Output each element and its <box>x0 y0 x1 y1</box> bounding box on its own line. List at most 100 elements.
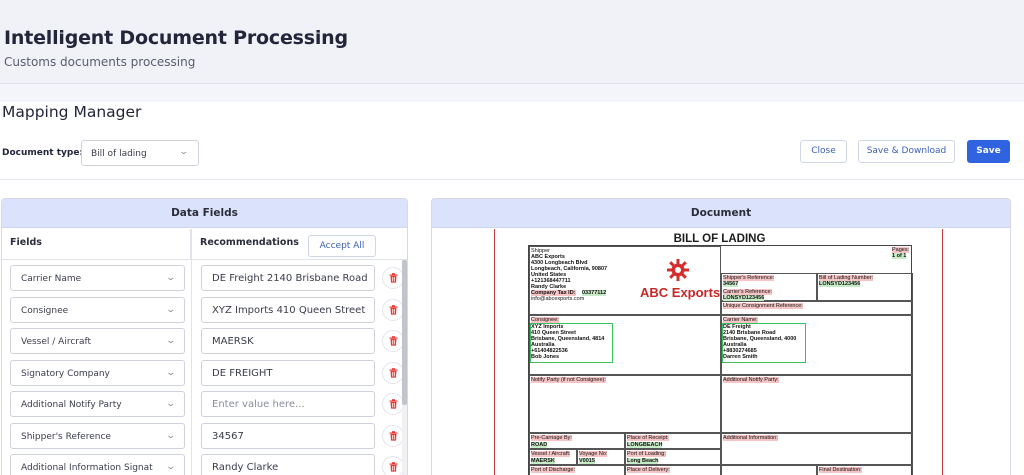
field-select[interactable]: Shipper's Reference ⌄ <box>10 422 185 449</box>
place-receipt-label: Place of Receipt: <box>627 435 669 441</box>
place-receipt-value: LONGBEACH <box>627 442 663 448</box>
pre-carriage-label: Pre-Carriage By: <box>531 435 572 441</box>
field-select-label: Additional Information Signatory <box>21 463 153 473</box>
document-title: Document <box>432 199 1010 228</box>
header-divider <box>2 259 407 260</box>
field-select-label: Vessel / Aircraft <box>21 337 92 347</box>
document-type-value: Bill of lading <box>91 149 147 159</box>
field-select[interactable]: Vessel / Aircraft ⌄ <box>10 328 185 354</box>
field-select[interactable]: Additional Information Signatory ⌄ <box>10 454 185 475</box>
chevron-down-icon: ⌄ <box>165 336 177 346</box>
pre-carriage-value: ROAD <box>531 442 548 448</box>
carrier-cell: Carrier Name: DE Freight 2140 Brisbane Ro… <box>721 315 913 375</box>
consignee-line: Bob Jones <box>531 354 560 360</box>
data-fields-title: Data Fields <box>2 199 407 228</box>
voyage-label: Voyage No: <box>579 451 608 457</box>
recommendation-input[interactable]: Randy Clarke <box>201 454 375 475</box>
accept-all-button[interactable]: Accept All <box>308 235 376 257</box>
trash-icon <box>389 430 398 441</box>
voyage-cell: Voyage No: V0015 <box>577 449 625 465</box>
field-select-label: Additional Notify Party <box>21 400 122 410</box>
pages-value: 1 of 1 <box>892 253 907 259</box>
bol-title: BILL OF LADING <box>673 233 766 245</box>
place-delivery-cell: Place of Delivery: <box>625 465 721 475</box>
delete-button[interactable] <box>382 456 404 475</box>
field-row: Carrier Name ⌄ DE Freight 2140 Brisbane Ro… <box>2 265 407 291</box>
document-type-select[interactable]: Bill of lading ⌄ <box>81 140 199 166</box>
recommendation-value: Randy Clarke <box>212 462 279 473</box>
field-row: Signatory Company ⌄ DE FREIGHT <box>2 359 407 386</box>
field-select-label: Signatory Company <box>21 368 110 379</box>
shippers-reference-value: 34567 <box>723 281 739 287</box>
chevron-down-icon: ⌄ <box>165 304 177 315</box>
divider <box>0 179 1024 180</box>
additional-info-cell: Additional Information: <box>721 433 913 465</box>
trash-icon <box>389 336 398 346</box>
additional-notify-label: Additional Notify Party: <box>723 377 779 383</box>
port-discharge-label: Port of Discharge: <box>531 467 576 473</box>
place-receipt-cell: Place of Receipt: LONGBEACH <box>625 433 721 449</box>
field-row: Additional Notify Party ⌄ Enter value here… <box>2 391 407 417</box>
scrollbar-thumb[interactable] <box>402 260 407 405</box>
additional-notify-cell: Additional Notify Party: <box>721 375 913 433</box>
document-panel: Document BILL OF LADING Shipper ABC Expo… <box>431 198 1011 475</box>
voyage-value: V0015 <box>579 458 595 464</box>
save-button[interactable]: Save <box>967 140 1010 163</box>
chevron-down-icon: ⌄ <box>165 399 177 409</box>
recommendation-input[interactable]: Enter value here... <box>201 391 375 417</box>
recommendation-input[interactable]: MAERSK <box>201 328 375 354</box>
recommendation-value: DE Freight 2140 Brisbane Road Bris <box>212 273 368 284</box>
trash-icon <box>389 367 398 378</box>
field-row: Additional Information Signatory ⌄ Randy C… <box>2 454 407 475</box>
document-type-label: Document type: <box>2 148 84 158</box>
port-loading-value: Long Beach <box>627 458 659 464</box>
vessel-label: Vessel / Aircraft: <box>531 451 571 457</box>
field-select[interactable]: Carrier Name ⌄ <box>10 265 185 291</box>
save-download-button[interactable]: Save & Download <box>858 140 955 163</box>
field-row: Consignee ⌄ XYZ Imports 410 Queen Street B… <box>2 296 407 323</box>
shipper-email: info@abcexports.com <box>531 296 585 302</box>
field-select-label: Consignee <box>21 305 69 316</box>
final-destination-label: Final Destination: <box>819 467 862 473</box>
bol-number-cell: Bill of Lading Number: LONSYD123456 <box>817 273 913 301</box>
app-header: Intelligent Document Processing Customs … <box>0 0 1024 84</box>
chevron-down-icon: ⌄ <box>178 147 190 157</box>
field-select[interactable]: Additional Notify Party ⌄ <box>10 391 185 417</box>
final-destination-cell: Final Destination: <box>817 465 913 475</box>
recommendation-placeholder: Enter value here... <box>212 399 305 410</box>
document-viewer[interactable]: BILL OF LADING Shipper ABC Exports 4300 L… <box>432 229 1010 475</box>
unique-reference-cell: Unique Consignment Reference: <box>721 301 913 315</box>
close-button[interactable]: Close <box>800 140 847 163</box>
app-title: Intelligent Document Processing <box>4 27 348 49</box>
field-row: Vessel / Aircraft ⌄ MAERSK <box>2 328 407 354</box>
consignee-cell: Consignee: XYZ Imports 410 Queen Street Br… <box>529 315 721 375</box>
chevron-down-icon: ⌄ <box>165 430 177 441</box>
pre-carriage-cell: Pre-Carriage By: ROAD <box>529 433 625 449</box>
delete-button[interactable] <box>382 361 404 384</box>
delete-button[interactable] <box>382 393 404 415</box>
app-subtitle: Customs documents processing <box>4 55 196 69</box>
delete-button[interactable] <box>382 267 404 289</box>
trash-icon <box>389 462 398 472</box>
recommendation-input[interactable]: 34567 <box>201 422 375 449</box>
field-select-label: Carrier Name <box>21 274 82 284</box>
bol-form: Shipper ABC Exports 4300 Longbeach Blvd Lo… <box>528 245 913 475</box>
recommendation-input[interactable]: XYZ Imports 410 Queen Street Bris <box>201 296 375 323</box>
delete-button[interactable] <box>382 298 404 321</box>
gear-logo-icon <box>666 258 690 286</box>
port-loading-cell: Port of Loading: Long Beach <box>625 449 721 465</box>
unique-reference-label: Unique Consignment Reference: <box>723 303 803 309</box>
chevron-down-icon: ⌄ <box>165 367 177 378</box>
field-select[interactable]: Signatory Company ⌄ <box>10 359 185 386</box>
recommendation-input[interactable]: DE FREIGHT <box>201 359 375 386</box>
port-discharge-cell: Port of Discharge: <box>529 465 625 475</box>
field-select[interactable]: Consignee ⌄ <box>10 296 185 323</box>
company-tax-value: 03377112 <box>582 290 607 296</box>
company-logo: ABC Exports <box>640 285 721 300</box>
delete-button[interactable] <box>382 330 404 352</box>
document-page: BILL OF LADING Shipper ABC Exports 4300 L… <box>494 229 943 475</box>
place-delivery-label: Place of Delivery: <box>627 467 670 473</box>
recommendation-input[interactable]: DE Freight 2140 Brisbane Road Bris <box>201 265 375 291</box>
main-content: Mapping Manager Document type: Bill of l… <box>0 102 1024 475</box>
delete-button[interactable] <box>382 424 404 447</box>
